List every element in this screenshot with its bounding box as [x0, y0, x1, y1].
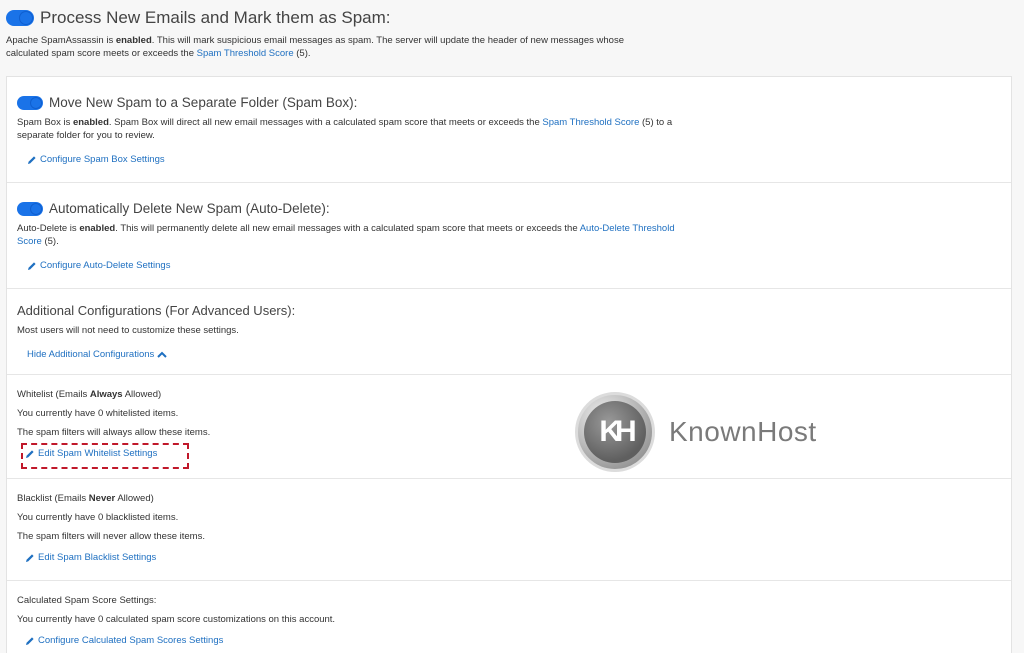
spam-processing-header: Process New Emails and Mark them as Spam…: [6, 8, 686, 60]
edit-blacklist-link[interactable]: Edit Spam Blacklist Settings: [25, 552, 156, 563]
auto-delete-title-row: Automatically Delete New Spam (Auto-Dele…: [17, 201, 677, 216]
whitelist-label: Whitelist (Emails Always Allowed): [17, 389, 617, 400]
chevron-up-icon: [157, 351, 167, 358]
spam-processing-toggle[interactable]: [6, 10, 34, 26]
spam-box-desc-mid: . Spam Box will direct all new email mes…: [108, 117, 543, 128]
spam-box-title: Move New Spam to a Separate Folder (Spam…: [49, 95, 358, 110]
edit-whitelist-link[interactable]: Edit Spam Whitelist Settings: [25, 448, 157, 459]
whitelist-label-bold: Always: [89, 389, 123, 400]
whitelist-note: The spam filters will always allow these…: [17, 427, 211, 438]
configure-spam-scores-label: Configure Calculated Spam Scores Setting…: [38, 635, 224, 646]
additional-config-title: Additional Configurations (For Advanced …: [17, 303, 296, 318]
spam-box-desc-prefix: Spam Box is: [17, 117, 73, 128]
spam-box-description: Spam Box is enabled. Spam Box will direc…: [17, 116, 677, 142]
hero-desc-prefix: Apache SpamAssassin is: [6, 35, 116, 46]
spam-box-inner: Move New Spam to a Separate Folder (Spam…: [17, 95, 677, 170]
spam-box-threshold-link[interactable]: Spam Threshold Score: [542, 117, 639, 128]
spam-score-count: You currently have 0 calculated spam sco…: [17, 614, 336, 625]
spam-box-section: Move New Spam to a Separate Folder (Spam…: [7, 77, 1011, 183]
auto-delete-desc-bold: enabled: [79, 223, 116, 234]
whitelist-label-suffix: Allowed): [122, 389, 162, 400]
auto-delete-toggle[interactable]: [17, 201, 43, 216]
additional-config-description: Most users will not need to customize th…: [17, 325, 239, 336]
configure-spam-box-label: Configure Spam Box Settings: [40, 154, 165, 165]
pencil-icon: [28, 261, 36, 270]
auto-delete-desc-mid: . This will permanently delete all new e…: [115, 223, 580, 234]
whitelist-inner: Whitelist (Emails Always Allowed) You cu…: [17, 389, 617, 464]
blacklist-label-bold: Never: [88, 493, 116, 504]
edit-blacklist-label: Edit Spam Blacklist Settings: [38, 552, 157, 563]
hide-additional-config-label: Hide Additional Configurations: [27, 349, 155, 360]
blacklist-label-suffix: Allowed): [115, 493, 154, 504]
auto-delete-inner: Automatically Delete New Spam (Auto-Dele…: [17, 201, 677, 276]
auto-delete-title: Automatically Delete New Spam (Auto-Dele…: [49, 201, 330, 216]
spam-box-toggle[interactable]: [17, 95, 43, 110]
spam-box-desc-bold: enabled: [72, 117, 109, 128]
spam-filters-page: Process New Emails and Mark them as Spam…: [0, 0, 1024, 653]
auto-delete-section: Automatically Delete New Spam (Auto-Dele…: [7, 183, 1011, 289]
configure-spam-box-link[interactable]: Configure Spam Box Settings: [27, 154, 165, 165]
pencil-icon: [26, 553, 34, 562]
page-title: Process New Emails and Mark them as Spam…: [40, 8, 391, 27]
pencil-icon: [28, 155, 36, 164]
spam-score-section: Calculated Spam Score Settings: You curr…: [7, 581, 1011, 653]
blacklist-label: Blacklist (Emails Never Allowed): [17, 493, 617, 504]
hero-title-row: Process New Emails and Mark them as Spam…: [6, 8, 686, 28]
auto-delete-desc-prefix: Auto-Delete is: [17, 223, 80, 234]
knownhost-wordmark: KnownHost: [669, 416, 817, 447]
pencil-icon: [26, 636, 34, 645]
auto-delete-description: Auto-Delete is enabled. This will perman…: [17, 222, 677, 248]
whitelist-section: Whitelist (Emails Always Allowed) You cu…: [7, 375, 1011, 479]
knownhost-logo-letters: KH: [584, 401, 646, 463]
knownhost-logo-icon: KH: [575, 392, 655, 472]
pencil-icon: [26, 449, 34, 458]
settings-panel: Move New Spam to a Separate Folder (Spam…: [6, 76, 1012, 653]
whitelist-count: You currently have 0 whitelisted items.: [17, 408, 179, 419]
whitelist-label-prefix: Whitelist (Emails: [17, 389, 90, 400]
additional-config-inner: Additional Configurations (For Advanced …: [17, 303, 677, 362]
blacklist-inner: Blacklist (Emails Never Allowed) You cur…: [17, 493, 617, 568]
blacklist-note: The spam filters will never allow these …: [17, 531, 205, 542]
spam-box-title-row: Move New Spam to a Separate Folder (Spam…: [17, 95, 677, 110]
hero-desc-suffix: (5).: [293, 48, 311, 59]
blacklist-count: You currently have 0 blacklisted items.: [17, 512, 179, 523]
spam-score-label: Calculated Spam Score Settings:: [17, 595, 157, 606]
blacklist-section: Blacklist (Emails Never Allowed) You cur…: [7, 479, 1011, 581]
configure-spam-scores-link[interactable]: Configure Calculated Spam Scores Setting…: [25, 635, 223, 646]
auto-delete-desc-suffix: (5).: [41, 236, 59, 247]
edit-whitelist-label: Edit Spam Whitelist Settings: [38, 448, 158, 459]
spam-score-inner: Calculated Spam Score Settings: You curr…: [17, 595, 617, 651]
blacklist-label-prefix: Blacklist (Emails: [17, 493, 89, 504]
hero-desc-bold: enabled: [115, 35, 152, 46]
hide-additional-config-link[interactable]: Hide Additional Configurations: [27, 349, 167, 360]
additional-config-section: Additional Configurations (For Advanced …: [7, 289, 1011, 375]
configure-auto-delete-label: Configure Auto-Delete Settings: [40, 260, 171, 271]
configure-auto-delete-link[interactable]: Configure Auto-Delete Settings: [27, 260, 170, 271]
hero-description: Apache SpamAssassin is enabled. This wil…: [6, 34, 666, 60]
knownhost-watermark: KH KnownHost: [575, 392, 817, 472]
spam-threshold-link[interactable]: Spam Threshold Score: [197, 48, 294, 59]
